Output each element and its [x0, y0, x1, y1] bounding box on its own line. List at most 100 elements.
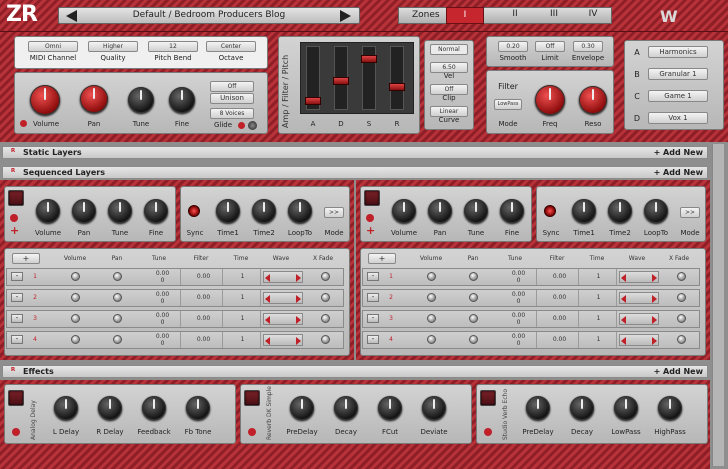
zone-tab-1[interactable]: I	[446, 7, 484, 24]
seq-right-add-row-button[interactable]: +	[368, 253, 396, 264]
reso-knob[interactable]	[579, 86, 607, 114]
wave-prev-icon[interactable]	[621, 316, 626, 324]
slot-b-name[interactable]: Granular 1	[648, 68, 708, 80]
seq-right-delete-row-button[interactable]: -	[367, 272, 379, 281]
seq-left-row-xfade-knob[interactable]	[321, 335, 330, 344]
slot-a-name[interactable]: Harmonics	[648, 46, 708, 58]
wave-prev-icon[interactable]	[621, 295, 626, 303]
seq-right-row-pan-knob[interactable]	[469, 335, 478, 344]
wave-next-icon[interactable]	[296, 274, 301, 282]
effect-knob-r-delay[interactable]	[98, 396, 122, 420]
seq-left-row-pan-knob[interactable]	[113, 335, 122, 344]
glide-knob-icon[interactable]	[248, 121, 257, 130]
seq-right-row-time[interactable]: 1	[581, 290, 617, 306]
voices-value[interactable]: 8 Voices	[210, 108, 254, 119]
effect-knob-decay[interactable]	[334, 396, 358, 420]
wave-next-icon[interactable]	[296, 295, 301, 303]
seq-right-row-tune-b[interactable]: 0	[501, 340, 537, 348]
seq-right-row-volume-knob[interactable]	[427, 335, 436, 344]
seq-left-row-pan-knob[interactable]	[113, 293, 122, 302]
seq-left-row-pan-knob[interactable]	[113, 314, 122, 323]
seq-right-sample-slot[interactable]	[364, 190, 380, 206]
wave-prev-icon[interactable]	[621, 274, 626, 282]
seq-right-row-time[interactable]: 1	[581, 269, 617, 285]
seq-right-mode-button[interactable]: >>	[680, 207, 700, 218]
sustain-fader[interactable]	[361, 46, 377, 110]
seq-right-time2-knob[interactable]	[608, 199, 632, 223]
wave-next-icon[interactable]	[652, 337, 657, 345]
seq-left-row-tune-b[interactable]: 0	[145, 319, 181, 327]
slot-c-name[interactable]: Game 1	[648, 90, 708, 102]
prev-preset-icon[interactable]	[66, 10, 77, 22]
seq-right-row-filter[interactable]: 0.00	[541, 311, 579, 327]
seq-left-row-wave-selector[interactable]	[263, 313, 303, 325]
release-fader[interactable]	[389, 46, 405, 110]
seq-right-add-icon[interactable]: +	[366, 225, 375, 236]
seq-left-row-filter[interactable]: 0.00	[185, 290, 223, 306]
pan-knob[interactable]	[80, 85, 108, 113]
effect-enable-slot[interactable]	[244, 390, 260, 406]
pitch-bend-value[interactable]: 12	[148, 41, 198, 52]
seq-left-row-wave-selector[interactable]	[263, 292, 303, 304]
unison-button[interactable]: Unison	[210, 93, 254, 104]
octave-value[interactable]: Center	[206, 41, 256, 52]
preset-name[interactable]: Default / Bedroom Producers Blog	[84, 10, 334, 20]
seq-left-fine-knob[interactable]	[144, 199, 168, 223]
seq-left-row-volume-knob[interactable]	[71, 335, 80, 344]
seq-left-delete-row-button[interactable]: -	[11, 314, 23, 323]
wave-next-icon[interactable]	[652, 316, 657, 324]
seq-right-row-volume-knob[interactable]	[427, 314, 436, 323]
wave-next-icon[interactable]	[296, 316, 301, 324]
unison-value[interactable]: Off	[210, 81, 254, 92]
seq-left-row-tune-b[interactable]: 0	[145, 298, 181, 306]
effect-knob-deviate[interactable]	[422, 396, 446, 420]
wave-next-icon[interactable]	[652, 274, 657, 282]
effect-enable-slot[interactable]	[480, 390, 496, 406]
effect-knob-decay[interactable]	[570, 396, 594, 420]
fine-knob[interactable]	[169, 87, 195, 113]
seq-left-delete-row-button[interactable]: -	[11, 293, 23, 302]
seq-left-time2-knob[interactable]	[252, 199, 276, 223]
volume-knob[interactable]	[30, 85, 60, 115]
seq-left-row-volume-knob[interactable]	[71, 272, 80, 281]
seq-left-add-row-button[interactable]: +	[12, 253, 40, 264]
seq-left-sync-led-icon[interactable]	[188, 205, 200, 217]
wave-prev-icon[interactable]	[265, 316, 270, 324]
seq-right-tune-knob[interactable]	[464, 199, 488, 223]
next-preset-icon[interactable]	[340, 10, 351, 22]
seq-right-row-xfade-knob[interactable]	[677, 272, 686, 281]
seq-right-row-tune-b[interactable]: 0	[501, 319, 537, 327]
wave-prev-icon[interactable]	[265, 337, 270, 345]
seq-right-delete-row-button[interactable]: -	[367, 293, 379, 302]
seq-right-sync-led-icon[interactable]	[544, 205, 556, 217]
seq-left-tune-knob[interactable]	[108, 199, 132, 223]
effect-enable-slot[interactable]	[8, 390, 24, 406]
seq-left-row-filter[interactable]: 0.00	[185, 311, 223, 327]
zone-tab-2[interactable]: II	[496, 7, 534, 24]
quality-value[interactable]: Higher	[88, 41, 138, 52]
seq-right-row-xfade-knob[interactable]	[677, 293, 686, 302]
static-add-new-button[interactable]: + Add New	[654, 147, 703, 158]
seq-right-pan-knob[interactable]	[428, 199, 452, 223]
effect-knob-highpass[interactable]	[658, 396, 682, 420]
effect-knob-fcut[interactable]	[378, 396, 402, 420]
effect-power-icon[interactable]	[484, 428, 492, 436]
effect-power-icon[interactable]	[12, 428, 20, 436]
seq-left-time1-knob[interactable]	[216, 199, 240, 223]
seq-right-row-filter[interactable]: 0.00	[541, 332, 579, 348]
effect-knob-lowpass[interactable]	[614, 396, 638, 420]
midi-channel-value[interactable]: Omni	[28, 41, 78, 52]
seq-right-row-pan-knob[interactable]	[469, 293, 478, 302]
wave-prev-icon[interactable]	[265, 295, 270, 303]
seq-right-row-volume-knob[interactable]	[427, 272, 436, 281]
glide-toggle-icon[interactable]	[238, 122, 245, 129]
tune-knob[interactable]	[128, 87, 154, 113]
effects-header[interactable]: ᴿ Effects + Add New	[2, 365, 708, 378]
attack-fader[interactable]	[305, 46, 321, 110]
seq-right-row-time[interactable]: 1	[581, 332, 617, 348]
slot-d-name[interactable]: Vox 1	[648, 112, 708, 124]
sequenced-add-new-button[interactable]: + Add New	[654, 167, 703, 178]
seq-right-row-xfade-knob[interactable]	[677, 335, 686, 344]
seq-right-row-wave-selector[interactable]	[619, 271, 659, 283]
seq-left-delete-row-button[interactable]: -	[11, 335, 23, 344]
